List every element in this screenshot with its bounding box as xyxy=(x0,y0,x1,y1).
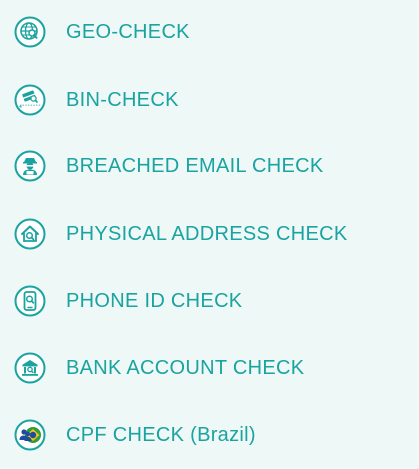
phone-search-icon xyxy=(14,285,46,317)
house-search-icon xyxy=(14,218,46,250)
card-search-icon: 4°°°°°°° xyxy=(14,84,46,116)
bank-icon xyxy=(14,352,46,384)
check-label: PHONE ID CHECK xyxy=(66,290,243,312)
check-label: CPF CHECK (Brazil) xyxy=(66,424,256,446)
check-label: BIN-CHECK xyxy=(66,89,179,111)
check-label: BREACHED EMAIL CHECK xyxy=(66,155,324,177)
check-label: BANK ACCOUNT CHECK xyxy=(66,357,305,379)
brazil-users-icon xyxy=(14,419,46,451)
globe-search-icon xyxy=(14,16,46,48)
svg-text:4°°°°°°°: 4°°°°°°° xyxy=(19,104,41,110)
check-label: GEO-CHECK xyxy=(66,21,190,43)
hacker-icon xyxy=(14,150,46,182)
check-label: PHYSICAL ADDRESS CHECK xyxy=(66,223,348,245)
